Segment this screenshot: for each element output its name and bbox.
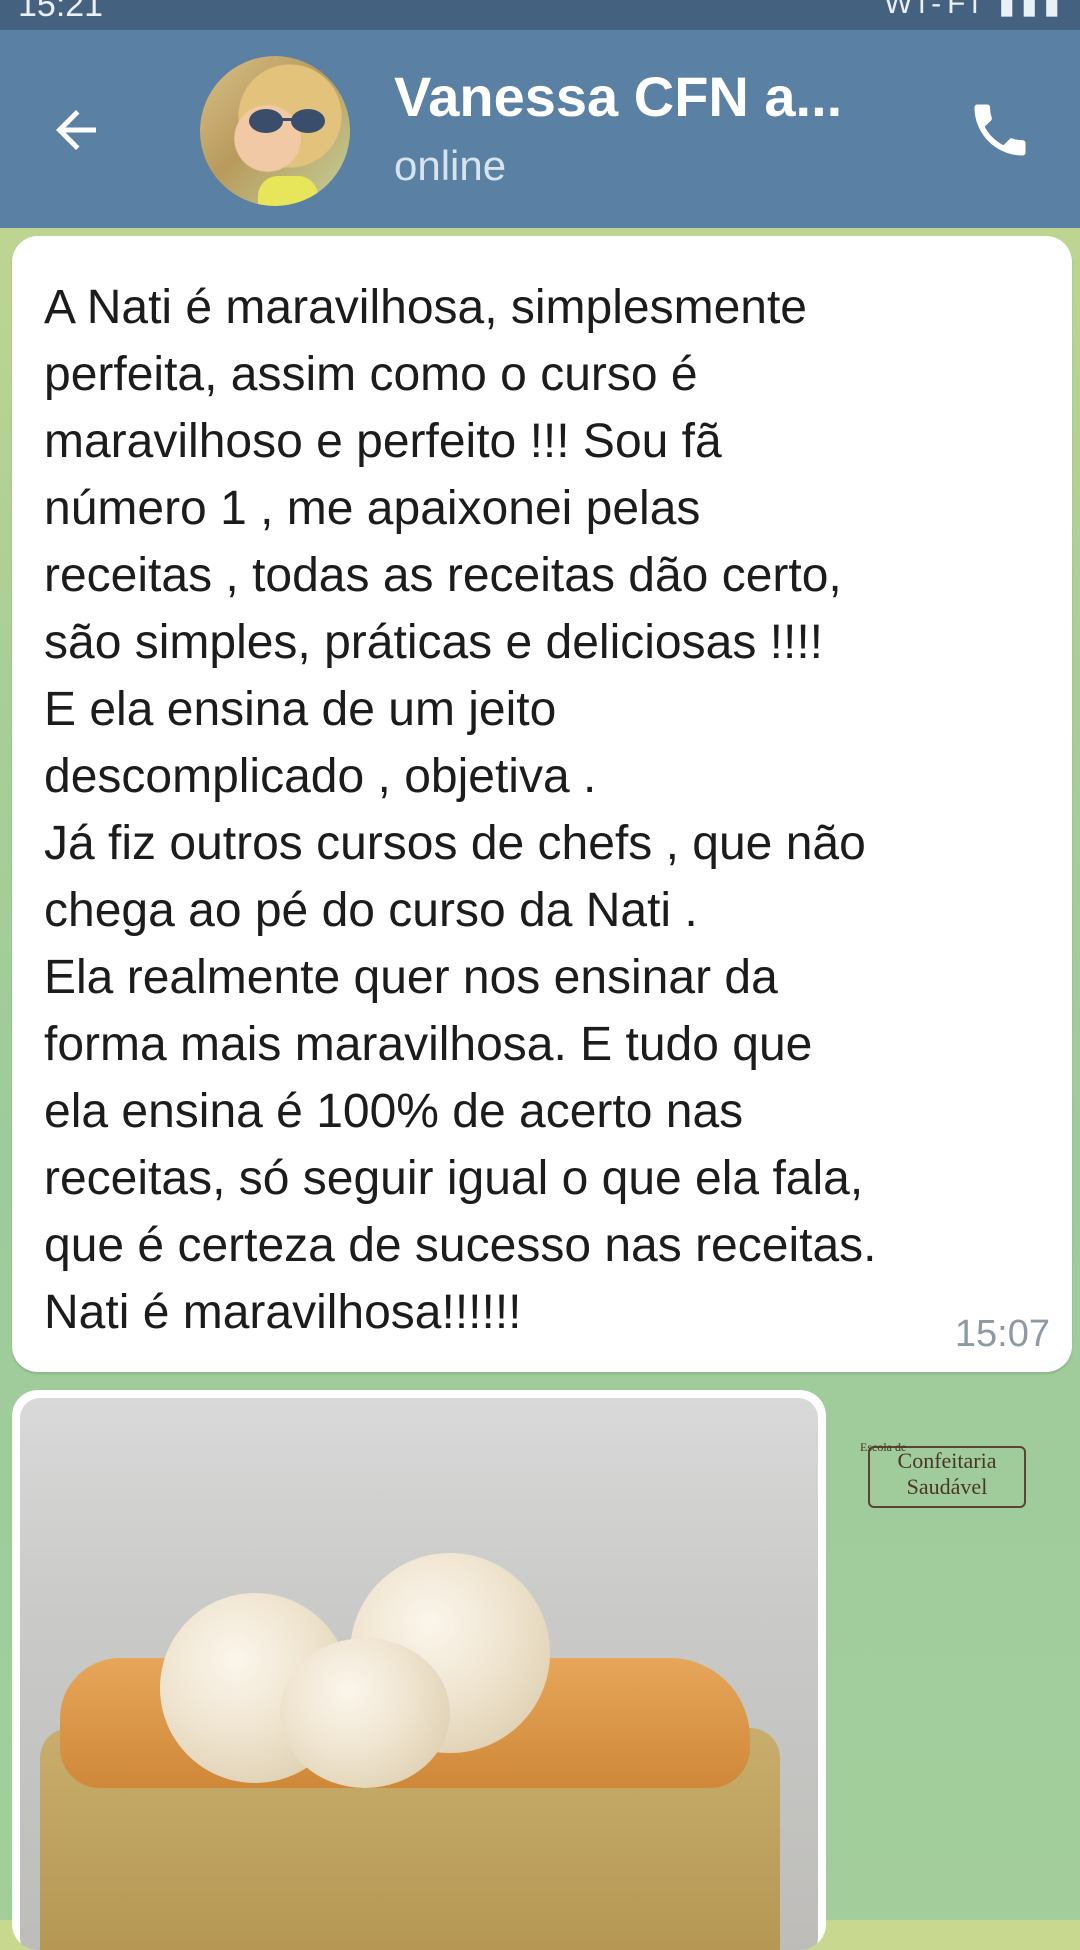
chat-header: Vanessa CFN a... online <box>0 30 1080 228</box>
contact-status: online <box>394 142 507 189</box>
logo-small-text: Escola de <box>860 1440 907 1454</box>
avatar-shirt <box>258 176 318 206</box>
back-button[interactable] <box>36 90 116 170</box>
status-time: 15:21 <box>18 0 104 24</box>
message-time: 15:07 <box>954 1313 1050 1355</box>
status-indicators: Wi-Fi ▮▮▮ <box>884 0 1066 20</box>
photo-message[interactable] <box>12 1390 826 1950</box>
message-bubble[interactable]: A Nati é maravilhosa, simplesmente perfe… <box>12 236 1072 1372</box>
arrow-left-icon <box>56 110 96 150</box>
logo-line2: Saudável <box>906 1474 988 1499</box>
sunglasses-icon <box>249 109 325 133</box>
confeitaria-logo: Escola de Confeitaria Saudável <box>860 1440 1026 1508</box>
status-bar: 15:21 Wi-Fi ▮▮▮ <box>0 0 1080 30</box>
contact-avatar[interactable] <box>200 56 350 206</box>
message-text: A Nati é maravilhosa, simplesmente perfe… <box>44 281 877 1339</box>
dessert-photo[interactable] <box>20 1398 818 1950</box>
photo-coconut-ball <box>280 1638 450 1788</box>
call-button[interactable] <box>960 90 1040 170</box>
contact-name[interactable]: Vanessa CFN a... <box>394 64 842 129</box>
phone-icon <box>974 104 1026 156</box>
